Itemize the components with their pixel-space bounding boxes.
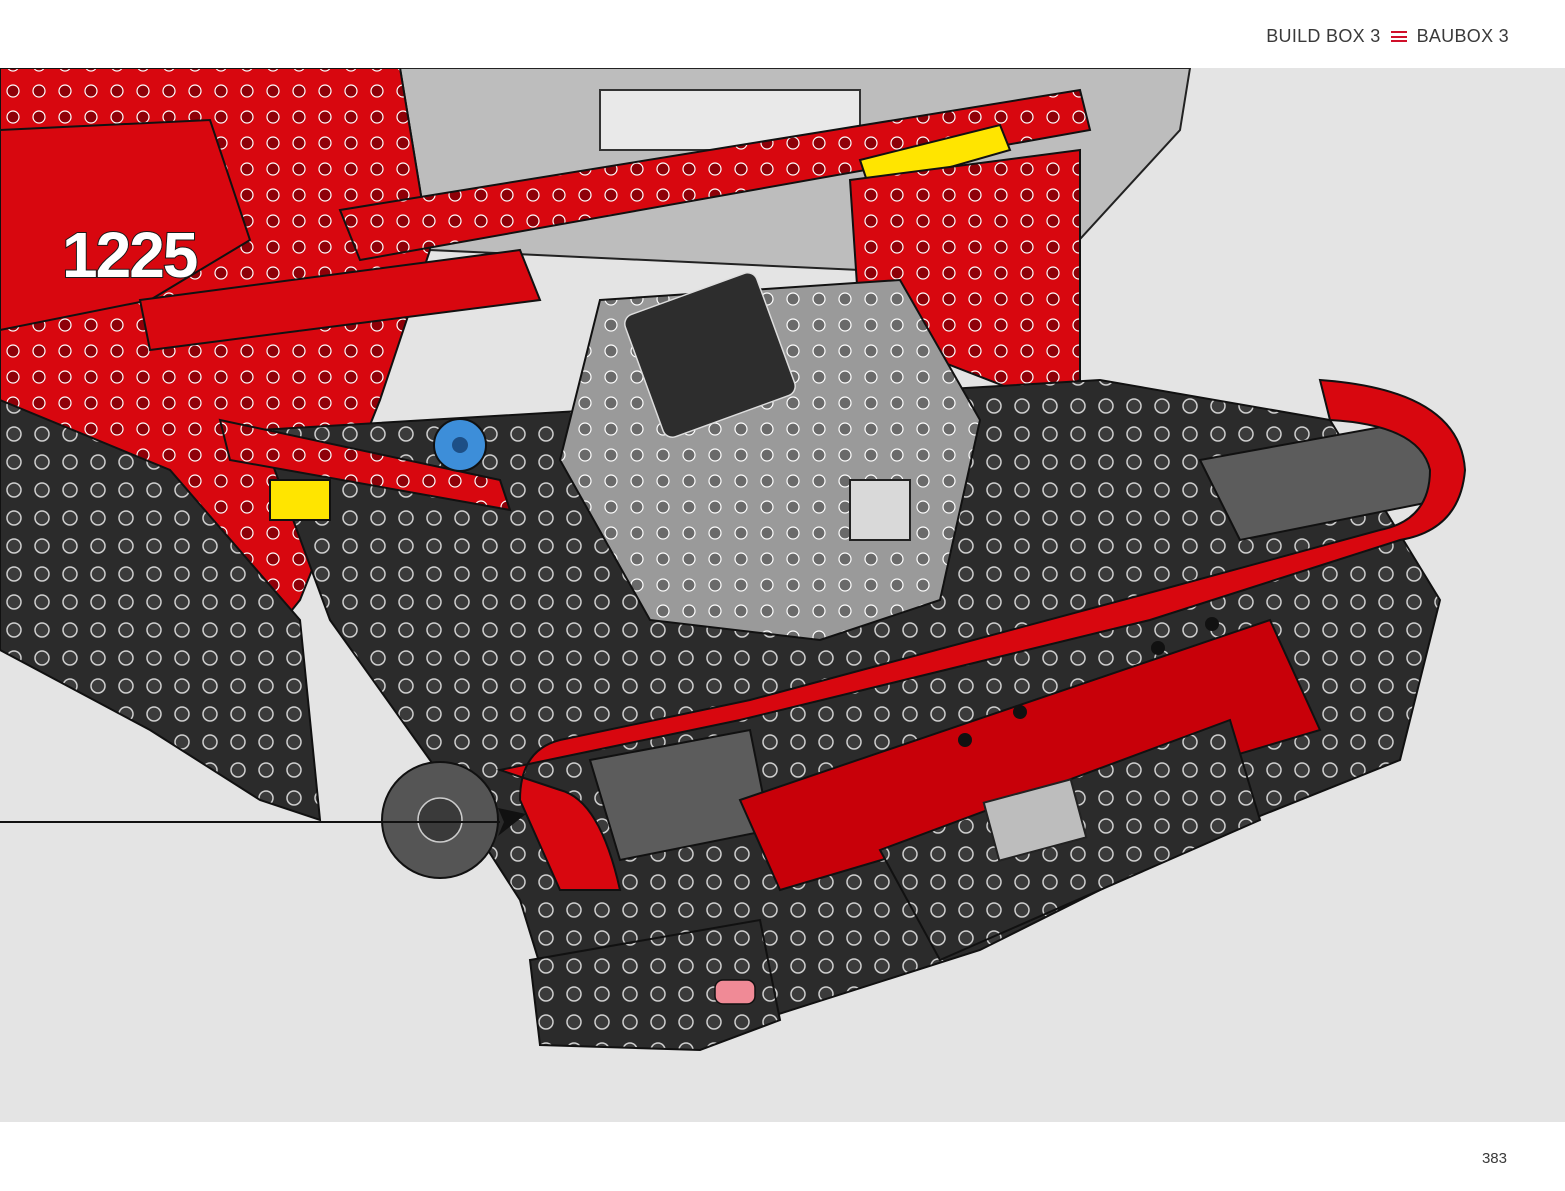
triple-line-icon <box>1390 31 1407 42</box>
build-box-label: BUILD BOX 3 <box>1266 26 1381 46</box>
page-number: 383 <box>1481 1150 1507 1167</box>
step-number: 1225 <box>61 218 199 292</box>
breadcrumb: BUILD BOX 3 BAUBOX 3 <box>1266 26 1509 47</box>
page-header: BUILD BOX 3 BAUBOX 3 <box>0 0 1565 68</box>
instruction-panel: 1225 <box>0 68 1565 1122</box>
assembly-illustration <box>0 68 1467 1052</box>
light-grey-connector <box>849 479 911 541</box>
pink-pin <box>714 979 756 1005</box>
baubox-label: BAUBOX 3 <box>1416 26 1509 46</box>
yellow-connector <box>269 479 331 521</box>
